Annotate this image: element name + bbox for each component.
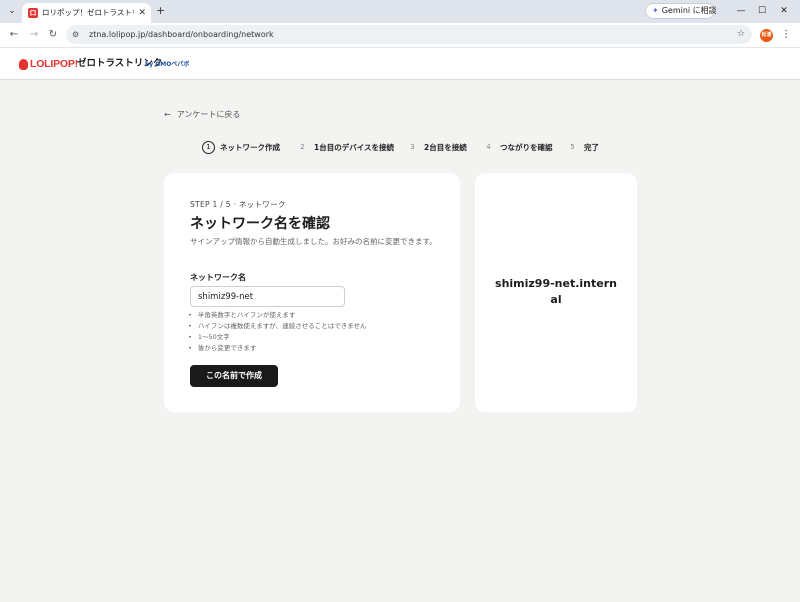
naming-rules-list: 半角英数字とハイフンが使えます ハイフンは複数使えますが、連続させることはできま…	[188, 310, 367, 354]
rule-item: 1〜50文字	[188, 332, 367, 343]
rule-item: ハイフンは複数使えますが、連続させることはできません	[188, 321, 367, 332]
step-label: 完了	[584, 143, 599, 152]
rule-item: 後から変更できます	[188, 343, 367, 354]
bookmark-star-icon[interactable]: ☆	[737, 28, 745, 41]
browser-toolbar: ← → ↻ ⚙ ztna.lolipop.jp/dashboard/onboar…	[0, 23, 800, 47]
browser-tabstrip: ⌄ ロ ロリポップ！ゼロトラストリンク byGM ✕ + ✦Gemini に相談…	[0, 0, 800, 23]
step-label: 1台目のデバイスを接続	[314, 143, 394, 152]
address-url: ztna.lolipop.jp/dashboard/onboarding/net…	[89, 30, 274, 39]
tab-title: ロリポップ！ゼロトラストリンク byGM	[42, 8, 134, 17]
step-label: つながりを確認	[500, 143, 553, 152]
network-name-label: ネットワーク名	[190, 273, 246, 282]
browser-tab[interactable]: ロ ロリポップ！ゼロトラストリンク byGM ✕	[22, 3, 151, 23]
step-label: ネットワーク作成	[220, 143, 280, 152]
step-number: 3	[410, 143, 415, 151]
minimize-icon[interactable]: —	[734, 4, 748, 18]
step-number: 4	[486, 143, 491, 151]
create-network-button[interactable]: この名前で作成	[190, 365, 278, 387]
step-number: 5	[570, 143, 575, 151]
network-fqdn-preview: shimiz99-net.internal	[495, 277, 617, 306]
site-header: LOLIPOP! ゼロトラストリンク by GMOペパボ	[0, 47, 800, 80]
window-close-icon[interactable]: ✕	[777, 4, 791, 18]
back-to-survey-link[interactable]: ← アンケートに戻る	[164, 109, 240, 121]
card-description: サインアップ情報から自動生成しました。お好みの名前に変更できます。	[190, 237, 437, 246]
back-arrow-icon[interactable]: ←	[8, 28, 20, 42]
step-caption: STEP 1 / 5 · ネットワーク	[190, 200, 286, 209]
forward-arrow-icon[interactable]: →	[28, 28, 40, 42]
new-tab-icon[interactable]: +	[156, 4, 165, 18]
site-info-icon[interactable]: ⚙	[72, 28, 79, 41]
profile-avatar[interactable]: 松浦	[760, 29, 773, 42]
page-body: ← アンケートに戻る 1 ネットワーク作成 2 1台目のデバイスを接続 3 2台目…	[0, 80, 800, 602]
page-title: ネットワーク名を確認	[190, 216, 330, 232]
tab-close-icon[interactable]: ✕	[138, 7, 146, 19]
gemini-label: Gemini に相談	[661, 6, 717, 15]
logo-company: by GMOペパボ	[145, 61, 190, 68]
gemini-spark-icon: ✦	[652, 6, 659, 15]
network-preview-card: shimiz99-net.internal	[475, 173, 637, 412]
gemini-button[interactable]: ✦ Gemini に相談	[645, 3, 717, 19]
reload-icon[interactable]: ↻	[47, 28, 59, 42]
lolipop-logo-icon	[19, 59, 28, 70]
browser-menu-icon[interactable]: ⋮	[781, 28, 791, 42]
step-number: 2	[300, 143, 305, 151]
back-link-label: アンケートに戻る	[176, 110, 241, 119]
network-name-input[interactable]	[190, 286, 345, 307]
rule-item: 半角英数字とハイフンが使えます	[188, 310, 367, 321]
address-bar[interactable]: ⚙ ztna.lolipop.jp/dashboard/onboarding/n…	[66, 25, 752, 44]
network-name-card: STEP 1 / 5 · ネットワーク ネットワーク名を確認 サインアップ情報か…	[164, 173, 460, 412]
logo-text[interactable]: LOLIPOP!	[30, 57, 78, 71]
maximize-icon[interactable]: ☐	[755, 4, 769, 18]
tab-search-icon[interactable]: ⌄	[4, 4, 20, 19]
back-arrow-icon: ←	[164, 110, 171, 119]
step-label: 2台目を接続	[424, 143, 467, 152]
step-number: 1	[202, 141, 215, 154]
site-favicon-icon: ロ	[28, 8, 38, 18]
